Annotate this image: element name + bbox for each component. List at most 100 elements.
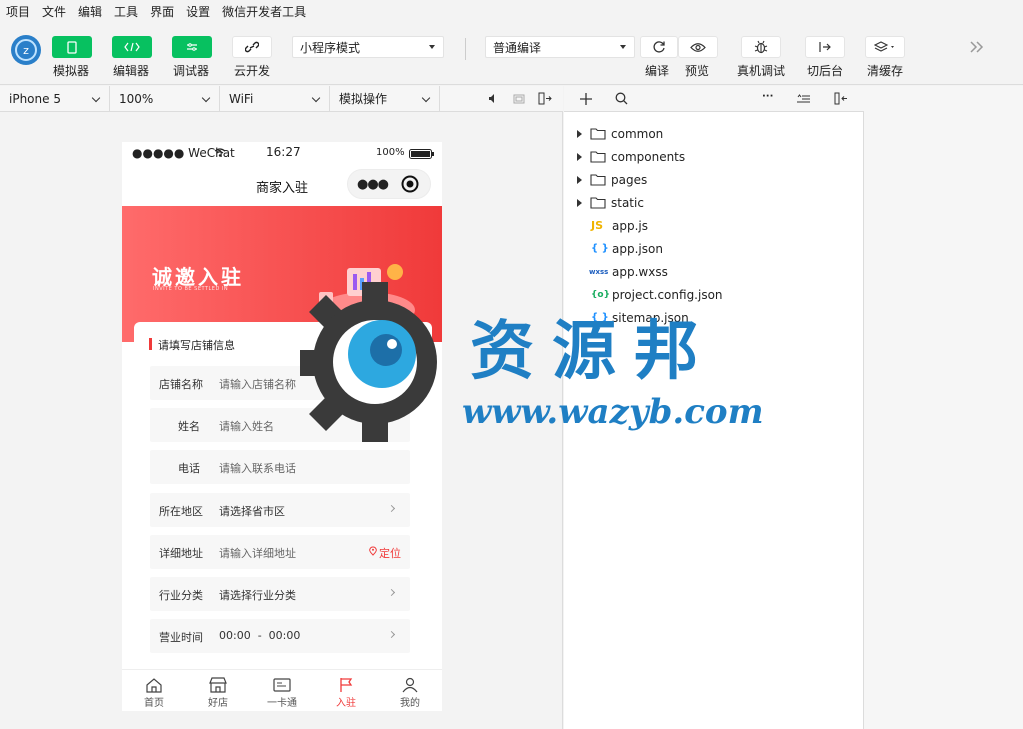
mode-select[interactable]: 小程序模式 xyxy=(292,36,444,58)
compile-mode-value: 普通编译 xyxy=(493,40,542,55)
file-item[interactable]: {o} project.config.json xyxy=(564,283,864,306)
real-debug-button[interactable] xyxy=(741,36,781,58)
menu-view[interactable]: 界面 xyxy=(150,3,174,20)
folder-item[interactable]: components xyxy=(564,145,864,168)
name-input[interactable]: 请输入姓名 xyxy=(219,418,274,434)
view-example-link[interactable]: 查看示例 xyxy=(344,337,384,352)
js-file-icon: JS xyxy=(591,219,604,232)
zoom-select[interactable]: 100% xyxy=(110,86,220,111)
section-marker xyxy=(149,338,152,350)
industry-picker[interactable]: 请选择行业分类 xyxy=(219,587,296,603)
location-pin-icon[interactable] xyxy=(369,546,377,556)
compile-button[interactable] xyxy=(640,36,678,58)
background-button[interactable] xyxy=(805,36,845,58)
eye-icon xyxy=(690,42,706,52)
wifi-icon xyxy=(214,148,226,157)
file-item[interactable]: { } app.json xyxy=(564,237,864,260)
tab-me[interactable]: 我的 xyxy=(378,670,442,711)
menu-tools[interactable]: 工具 xyxy=(114,3,138,20)
more-dots-icon[interactable]: ●●● xyxy=(357,177,389,192)
tab-shops[interactable]: 好店 xyxy=(186,670,250,711)
tab-label: 入驻 xyxy=(336,698,356,709)
chevron-right-icon xyxy=(387,504,396,513)
background-label: 切后台 xyxy=(807,64,844,78)
folder-icon xyxy=(590,127,606,140)
caret-right-icon[interactable] xyxy=(577,129,582,138)
shop-name-input[interactable]: 请输入店铺名称 xyxy=(219,376,296,392)
collapse-all-icon[interactable] xyxy=(797,94,810,104)
cloud-button[interactable] xyxy=(232,36,272,58)
caret-right-icon[interactable] xyxy=(577,152,582,161)
clear-cache-button[interactable] xyxy=(865,36,905,58)
menu-file[interactable]: 文件 xyxy=(42,3,66,20)
phone-status-bar: ●●●●● WeChat 16:27 100% xyxy=(122,142,442,164)
address-input[interactable]: 请输入详细地址 xyxy=(219,545,296,561)
hours-picker[interactable]: 00:00 - 00:00 xyxy=(219,629,300,642)
folder-item[interactable]: common xyxy=(564,122,864,145)
tab-bar: 首页 好店 一卡通 入驻 我的 xyxy=(122,669,442,711)
folder-item[interactable]: pages xyxy=(564,168,864,191)
tab-join[interactable]: 入驻 xyxy=(314,670,378,711)
tab-home[interactable]: 首页 xyxy=(122,670,186,711)
menu-devtools[interactable]: 微信开发者工具 xyxy=(222,3,306,20)
form-row-industry[interactable]: 行业分类 请选择行业分类 xyxy=(150,577,410,611)
capsule-menu[interactable]: ●●● xyxy=(347,169,431,199)
folder-item[interactable]: static xyxy=(564,191,864,214)
detach-icon[interactable] xyxy=(538,92,552,105)
network-select[interactable]: WiFi xyxy=(220,86,330,111)
window-icon[interactable] xyxy=(513,94,525,104)
compile-mode-select[interactable]: 普通编译 xyxy=(485,36,635,58)
operation-select[interactable]: 模拟操作 xyxy=(330,86,440,111)
chevron-down-icon xyxy=(201,93,211,103)
device-select[interactable]: iPhone 5 xyxy=(0,86,110,111)
form-label: 电话 xyxy=(178,462,200,475)
file-item[interactable]: wxss app.wxss xyxy=(564,260,864,283)
refresh-icon xyxy=(653,41,665,53)
avatar[interactable]: z xyxy=(11,35,41,65)
editor-area xyxy=(864,86,1023,729)
region-picker[interactable]: 请选择省市区 xyxy=(219,503,285,519)
file-name: app.js xyxy=(612,218,648,233)
form-row-name[interactable]: 姓名 请输入姓名 xyxy=(150,408,410,442)
code-icon xyxy=(124,42,140,52)
file-item[interactable]: { } sitemap.json xyxy=(564,306,864,329)
form-row-address[interactable]: 详细地址 请输入详细地址 定位 xyxy=(150,535,410,569)
menu-project[interactable]: 项目 xyxy=(6,3,30,20)
form-row-region[interactable]: 所在地区 请选择省市区 xyxy=(150,493,410,527)
search-icon[interactable] xyxy=(615,92,628,105)
battery-text: 100% xyxy=(376,147,405,158)
menu-edit[interactable]: 编辑 xyxy=(78,3,102,20)
chevron-right-icon xyxy=(387,588,396,597)
file-item[interactable]: JS app.js xyxy=(564,214,864,237)
sliders-icon xyxy=(187,43,197,51)
dock-left-icon[interactable] xyxy=(834,92,848,105)
phone-input[interactable]: 请输入联系电话 xyxy=(219,460,296,476)
time-text: 16:27 xyxy=(266,145,301,159)
editor-button[interactable] xyxy=(112,36,152,58)
file-explorer-toolbar: ··· xyxy=(564,86,864,112)
expand-more-icon[interactable] xyxy=(969,40,985,54)
preview-button[interactable] xyxy=(678,36,718,58)
locate-button[interactable]: 定位 xyxy=(379,545,401,561)
form-row-shop-name[interactable]: 店铺名称 请输入店铺名称 xyxy=(150,366,410,400)
chevron-right-icon xyxy=(387,630,396,639)
add-file-icon[interactable] xyxy=(580,93,592,105)
json-file-icon: { } xyxy=(591,312,609,323)
banner-subtitle: INVITE TO BE SETTLED IN xyxy=(153,286,229,292)
menu-settings[interactable]: 设置 xyxy=(186,3,210,20)
debugger-label: 调试器 xyxy=(173,64,210,78)
tab-card[interactable]: 一卡通 xyxy=(250,670,314,711)
simulator-button[interactable] xyxy=(52,36,92,58)
tab-label: 我的 xyxy=(400,698,420,709)
form-row-hours[interactable]: 营业时间 00:00 - 00:00 xyxy=(150,619,410,653)
volume-icon[interactable] xyxy=(488,93,498,104)
svg-text:z: z xyxy=(23,44,29,57)
tab-label: 好店 xyxy=(208,698,228,709)
form-row-phone[interactable]: 电话 请输入联系电话 xyxy=(150,450,410,484)
close-target-icon[interactable] xyxy=(401,175,419,193)
phone-nav-bar: 商家入驻 ●●● xyxy=(122,164,442,206)
more-options-icon[interactable]: ··· xyxy=(762,91,773,102)
debugger-button[interactable] xyxy=(172,36,212,58)
caret-right-icon[interactable] xyxy=(577,198,582,207)
caret-right-icon[interactable] xyxy=(577,175,582,184)
